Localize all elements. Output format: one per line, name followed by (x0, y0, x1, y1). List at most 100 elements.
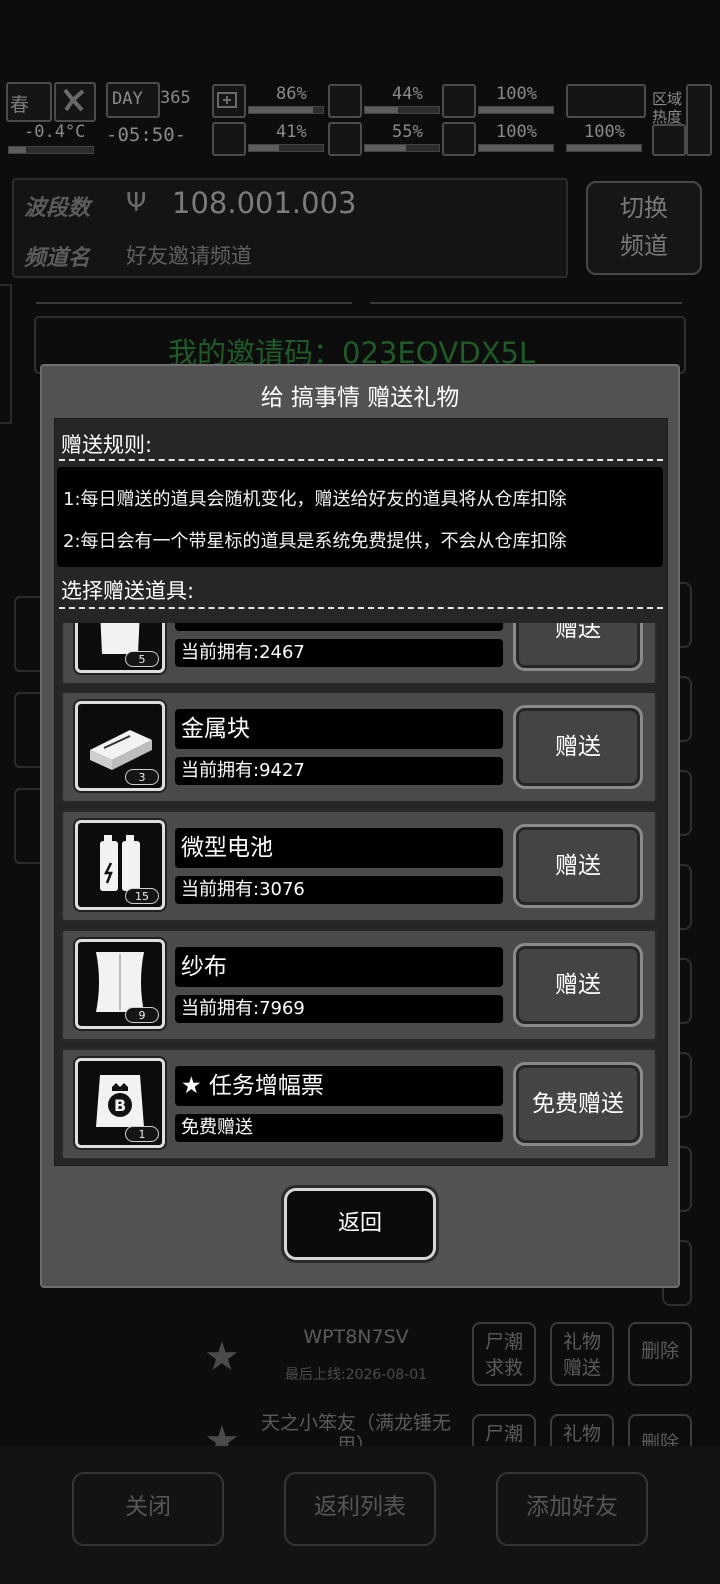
star-icon: ★ (204, 1418, 240, 1448)
left-edge-panel (0, 284, 12, 424)
health-bar-fill (249, 107, 313, 113)
fan-icon (54, 82, 96, 122)
flag-icon (566, 84, 646, 118)
channel-label: 频道名 (24, 246, 91, 271)
signal-percent: 100% (584, 122, 625, 142)
thirst-bar (364, 144, 440, 152)
gauze-icon: 9 (75, 939, 165, 1029)
water-drop-icon (328, 122, 362, 156)
brain-icon (212, 122, 246, 156)
stomach-icon (328, 84, 362, 118)
give-button[interactable]: 赠送 (513, 824, 643, 908)
stamina-percent: 100% (496, 122, 537, 142)
medkit-icon (212, 84, 246, 118)
hunger-percent: 44% (392, 84, 423, 104)
item-owned: 当前拥有:3076 (175, 876, 503, 904)
rules-box: 1:每日赠送的道具会随机变化，赠送给好友的道具将从仓库扣除 2:每日会有一个带星… (57, 467, 663, 567)
mood-bar-fill (249, 145, 280, 151)
hunger-bar-fill (365, 107, 398, 113)
divider-right (370, 302, 682, 304)
zone-heat-label: 区域热度 (652, 90, 683, 126)
item-count: 9 (125, 1007, 159, 1023)
cement-bag-icon: 5 (75, 623, 165, 673)
close-button[interactable]: 关闭 (72, 1472, 224, 1546)
thirst-bar-fill (365, 145, 406, 151)
heat-meter (686, 84, 712, 156)
item-count: 1 (125, 1126, 159, 1142)
temperature-bar (8, 146, 94, 154)
item-owned: 免费赠送 (175, 1114, 503, 1142)
gift-dialog: 给 搞事情 赠送礼物 赠送规则: 1:每日赠送的道具会随机变化，赠送给好友的道具… (40, 364, 680, 1288)
rule-text: 1:每日赠送的道具会随机变化，赠送给好友的道具将从仓库扣除 (63, 489, 567, 510)
dialog-title: 给 搞事情 赠送礼物 (260, 385, 460, 411)
day-label: DAY (112, 89, 143, 109)
item-count: 15 (125, 888, 159, 904)
health-percent: 86% (276, 84, 307, 104)
item-name: 纱布 (175, 947, 503, 987)
season-indicator: 春 (6, 82, 52, 122)
item-list[interactable]: 5 水泥 当前拥有:2467 赠送 3 金属块 当前拥有:9427 赠送 (61, 623, 657, 1159)
free-give-button[interactable]: 免费赠送 (513, 1062, 643, 1146)
rules-label: 赠送规则: (61, 433, 153, 457)
zombie-rescue-button[interactable]: 尸潮 (472, 1414, 536, 1448)
speaker-icon[interactable] (652, 124, 686, 156)
gift-button[interactable]: 礼物 赠送 (550, 1322, 614, 1386)
stamina-bar (478, 144, 554, 152)
gift-button[interactable]: 礼物 (550, 1414, 614, 1448)
zombie-rescue-button[interactable]: 尸潮 求救 (472, 1322, 536, 1386)
stamina-bar-fill (479, 145, 553, 151)
rule-text: 2:每日会有一个带星标的道具是系统免费提供，不会从仓库扣除 (63, 531, 567, 552)
gift-item: 3 金属块 当前拥有:9427 赠送 (61, 691, 657, 803)
gift-item: 5 水泥 当前拥有:2467 赠送 (61, 623, 657, 685)
dashed-divider (59, 459, 663, 461)
day-badge: DAY (106, 82, 160, 118)
delete-button[interactable]: 删除 (628, 1414, 692, 1448)
item-owned: 当前拥有:9427 (175, 757, 503, 785)
health-bar (248, 106, 324, 114)
star-icon: ★ (204, 1334, 240, 1380)
season-text: 春 (10, 94, 30, 116)
signal-bar (566, 144, 642, 152)
channel-value: 好友邀请频道 (126, 244, 252, 268)
item-owned: 当前拥有:2467 (175, 639, 503, 667)
friend-row: ★ WPT8N7SV 最后上线:2026-08-01 尸潮 求救 礼物 赠送 删除 (196, 1314, 706, 1394)
metal-block-icon: 3 (75, 701, 165, 791)
give-button[interactable]: 赠送 (513, 623, 643, 671)
svg-text:B: B (114, 1096, 126, 1115)
switch-channel-button[interactable]: 切换 频道 (586, 181, 702, 275)
dialog-content: 赠送规则: 1:每日赠送的道具会随机变化，赠送给好友的道具将从仓库扣除 2:每日… (54, 418, 668, 1166)
item-count: 3 (125, 769, 159, 785)
gift-item: B 1 ★ 任务增幅票 免费赠送 免费赠送 (61, 1048, 657, 1159)
gift-item: 15 微型电池 当前拥有:3076 赠送 (61, 810, 657, 922)
return-button[interactable]: 返回 (284, 1188, 436, 1260)
item-name: 微型电池 (175, 828, 503, 868)
friend-last-online: 最后上线:2026-08-01 (284, 1367, 428, 1383)
battery-icon: 15 (75, 820, 165, 910)
add-friend-button[interactable]: 添加好友 (496, 1472, 648, 1546)
defense-bar-fill (479, 107, 553, 113)
lock-icon (442, 84, 476, 118)
defense-bar (478, 106, 554, 114)
mood-percent: 41% (276, 122, 307, 142)
dashed-divider (59, 607, 663, 609)
item-name: ★ 任务增幅票 (175, 1066, 503, 1106)
signal-bar-fill (567, 145, 641, 151)
item-name: 水泥 (175, 623, 503, 631)
delete-button[interactable]: 删除 (628, 1322, 692, 1386)
status-hud: 春 -0.4°C DAY 365 -05:50- 86% 44% 100% 区域… (0, 80, 720, 158)
band-label: 波段数 (24, 196, 91, 221)
item-owned: 当前拥有:7969 (175, 995, 503, 1023)
day-number: 365 (160, 88, 191, 108)
ticket-icon: B 1 (75, 1058, 165, 1148)
temperature-text: -0.4°C (24, 122, 86, 142)
item-name: 金属块 (175, 709, 503, 749)
item-count: 5 (125, 651, 159, 667)
rebate-list-button[interactable]: 返利列表 (284, 1472, 436, 1546)
give-button[interactable]: 赠送 (513, 943, 643, 1027)
gift-item: 9 纱布 当前拥有:7969 赠送 (61, 929, 657, 1041)
divider-left (36, 302, 352, 304)
thirst-percent: 55% (392, 122, 423, 142)
give-button[interactable]: 赠送 (513, 705, 643, 789)
mood-bar (248, 144, 324, 152)
choose-item-label: 选择赠送道具: (61, 579, 195, 603)
